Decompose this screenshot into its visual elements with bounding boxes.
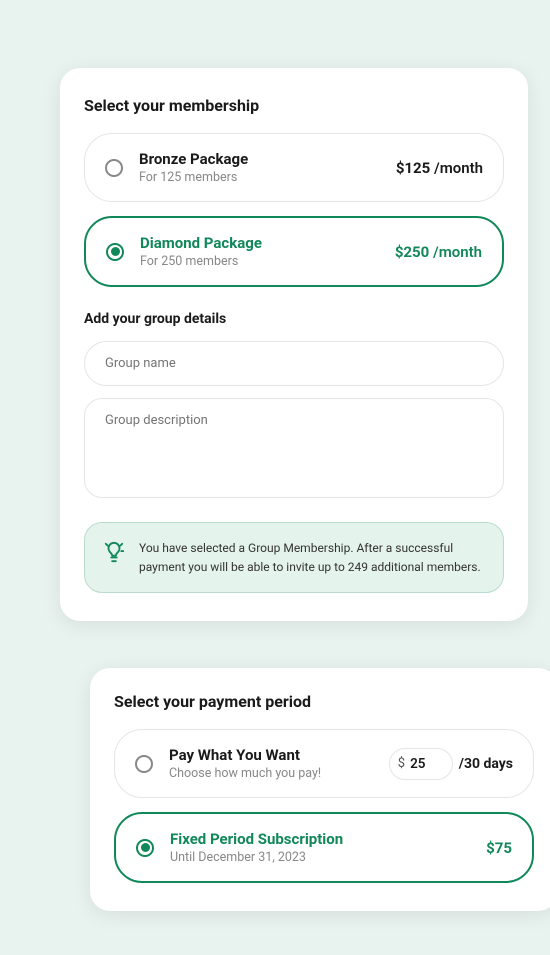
group-name-input[interactable] <box>84 341 504 386</box>
option-text: Fixed Period Subscription Until December… <box>170 830 470 865</box>
payment-card: Select your payment period Pay What You … <box>90 668 550 911</box>
option-name: Bronze Package <box>139 150 380 168</box>
payment-option-pwyw[interactable]: Pay What You Want Choose how much you pa… <box>114 729 534 798</box>
option-desc: For 250 members <box>140 254 379 269</box>
option-price: $75 <box>486 839 512 857</box>
group-details-title: Add your group details <box>84 311 504 327</box>
option-price: $125 /month <box>396 159 483 177</box>
membership-card: Select your membership Bronze Package Fo… <box>60 68 528 621</box>
pwyw-price-wrap: $ /30 days <box>389 748 513 780</box>
membership-option-diamond[interactable]: Diamond Package For 250 members $250 /mo… <box>84 216 504 287</box>
option-text: Pay What You Want Choose how much you pa… <box>169 746 373 781</box>
lightbulb-icon <box>103 541 125 563</box>
option-text: Diamond Package For 250 members <box>140 234 379 269</box>
option-text: Bronze Package For 125 members <box>139 150 380 185</box>
option-name: Pay What You Want <box>169 746 373 764</box>
currency-symbol: $ <box>398 756 405 771</box>
membership-option-bronze[interactable]: Bronze Package For 125 members $125 /mon… <box>84 133 504 202</box>
payment-option-fixed[interactable]: Fixed Period Subscription Until December… <box>114 812 534 883</box>
option-name: Fixed Period Subscription <box>170 830 470 848</box>
option-desc: Until December 31, 2023 <box>170 850 470 865</box>
radio-selected-icon <box>136 839 154 857</box>
payment-title: Select your payment period <box>114 692 534 711</box>
option-price: $250 /month <box>395 243 482 261</box>
option-desc: For 125 members <box>139 170 380 185</box>
pwyw-period: /30 days <box>459 756 513 772</box>
info-text: You have selected a Group Membership. Af… <box>139 539 485 576</box>
group-description-input[interactable] <box>84 398 504 498</box>
radio-selected-icon <box>106 243 124 261</box>
membership-title: Select your membership <box>84 96 504 115</box>
info-box: You have selected a Group Membership. Af… <box>84 522 504 593</box>
pwyw-amount-input[interactable] <box>410 756 438 772</box>
radio-unselected-icon <box>105 159 123 177</box>
option-desc: Choose how much you pay! <box>169 766 373 781</box>
radio-unselected-icon <box>135 755 153 773</box>
option-name: Diamond Package <box>140 234 379 252</box>
pwyw-amount-input-wrap[interactable]: $ <box>389 748 453 780</box>
